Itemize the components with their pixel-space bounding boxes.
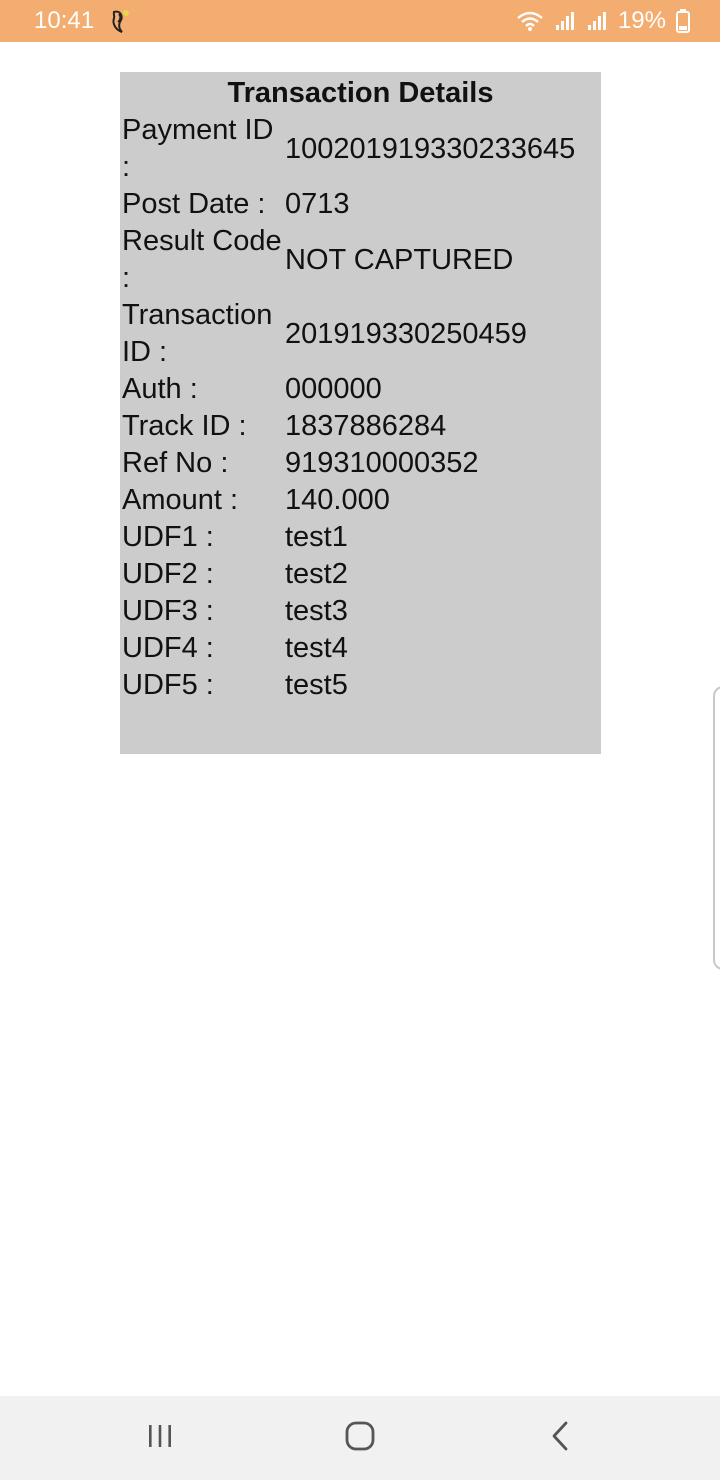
auth-value: 000000 bbox=[285, 373, 382, 405]
payment-id-value: 100201919330233645 bbox=[285, 132, 576, 165]
table-row: UDF3 : test3 bbox=[120, 593, 601, 630]
udf4-label: UDF4 : bbox=[122, 632, 214, 664]
table-row: Post Date : 0713 bbox=[120, 186, 601, 223]
udf3-value: test3 bbox=[285, 595, 348, 627]
post-date-label: Post Date : bbox=[122, 188, 266, 220]
signal-icon-sim2 bbox=[586, 10, 608, 32]
status-bar: 10:41 19% bbox=[0, 0, 720, 42]
udf1-label: UDF1 : bbox=[122, 521, 214, 553]
status-left: 10:41 bbox=[34, 7, 130, 35]
ref-no-label: Ref No : bbox=[122, 447, 229, 479]
udf5-value: test5 bbox=[285, 669, 348, 701]
auth-label: Auth : bbox=[122, 373, 198, 405]
wifi-icon bbox=[516, 10, 544, 32]
table-row: Amount : 140.000 bbox=[120, 482, 601, 519]
battery-icon bbox=[676, 9, 690, 33]
navigation-bar bbox=[0, 1396, 720, 1480]
ref-no-value: 919310000352 bbox=[285, 447, 479, 479]
signal-icon-sim1 bbox=[554, 10, 576, 32]
transaction-id-label: Transaction ID : bbox=[122, 299, 273, 368]
transaction-details-table: Payment ID : 100201919330233645 Post Dat… bbox=[120, 112, 601, 704]
udf4-value: test4 bbox=[285, 632, 348, 664]
table-row: UDF1 : test1 bbox=[120, 519, 601, 556]
edge-panel-handle[interactable] bbox=[713, 686, 720, 970]
home-icon bbox=[344, 1420, 376, 1457]
card-title: Transaction Details bbox=[227, 77, 494, 109]
udf3-label: UDF3 : bbox=[122, 595, 214, 627]
track-id-value: 1837886284 bbox=[285, 410, 447, 442]
back-icon bbox=[549, 1420, 571, 1457]
table-row: UDF4 : test4 bbox=[120, 630, 601, 667]
udf1-value: test1 bbox=[285, 521, 348, 553]
table-row: Transaction ID : 201919330250459 bbox=[120, 297, 601, 371]
result-code-label: Result Code : bbox=[122, 225, 282, 294]
amount-label: Amount : bbox=[122, 484, 239, 516]
recent-apps-button[interactable] bbox=[140, 1418, 180, 1458]
table-row: Payment ID : 100201919330233645 bbox=[120, 112, 601, 186]
home-button[interactable] bbox=[340, 1418, 380, 1458]
track-id-label: Track ID : bbox=[122, 410, 247, 442]
udf2-value: test2 bbox=[285, 558, 348, 590]
table-row: Track ID : 1837886284 bbox=[120, 408, 601, 445]
amount-value: 140.000 bbox=[285, 484, 390, 516]
table-row: UDF5 : test5 bbox=[120, 667, 601, 704]
table-row: UDF2 : test2 bbox=[120, 556, 601, 593]
post-date-value: 0713 bbox=[285, 188, 350, 220]
status-right: 19% bbox=[516, 7, 690, 35]
notification-icon bbox=[108, 8, 130, 34]
table-row: Result Code : NOT CAPTURED bbox=[120, 223, 601, 297]
back-button[interactable] bbox=[540, 1418, 580, 1458]
udf2-label: UDF2 : bbox=[122, 558, 214, 590]
table-row: Auth : 000000 bbox=[120, 371, 601, 408]
battery-percent: 19% bbox=[617, 7, 666, 34]
status-time: 10:41 bbox=[34, 7, 95, 34]
result-code-value: NOT CAPTURED bbox=[285, 243, 514, 276]
transaction-details-card: Transaction Details Payment ID : 1002019… bbox=[120, 72, 601, 754]
udf5-label: UDF5 : bbox=[122, 669, 214, 701]
recent-apps-icon bbox=[146, 1423, 174, 1454]
table-row: Ref No : 919310000352 bbox=[120, 445, 601, 482]
transaction-id-value: 201919330250459 bbox=[285, 317, 527, 350]
payment-id-label: Payment ID : bbox=[122, 114, 274, 183]
